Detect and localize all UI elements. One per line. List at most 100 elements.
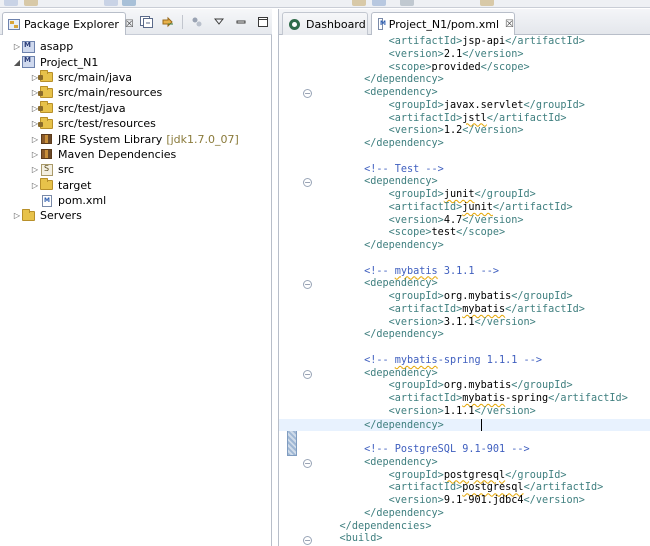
collapsed-arrow-icon[interactable]: ▷ bbox=[12, 42, 22, 51]
xml-tag: <groupId> bbox=[388, 380, 444, 392]
maximize-icon[interactable] bbox=[255, 14, 271, 30]
tab-pom-xml[interactable]: Project_N1/pom.xml ☒ bbox=[371, 12, 515, 35]
tree-item[interactable]: ▷ JRE System Library [jdk1.7.0_07] bbox=[0, 131, 272, 146]
code-line[interactable] bbox=[315, 342, 650, 355]
code-line[interactable]: <artifactId>mybatis</artifactId> bbox=[315, 304, 650, 317]
code-line[interactable]: <artifactId>jsp-api</artifactId> bbox=[315, 36, 650, 49]
fold-toggle-icon[interactable]: − bbox=[303, 280, 312, 290]
code-line[interactable] bbox=[315, 431, 650, 444]
focus-icon[interactable] bbox=[189, 14, 205, 30]
code-line[interactable]: <artifactId>junit</artifactId> bbox=[315, 202, 650, 215]
code-line[interactable]: <dependency> bbox=[315, 278, 650, 291]
collapse-all-icon[interactable] bbox=[138, 14, 154, 30]
fold-toggle-icon[interactable]: − bbox=[303, 178, 312, 188]
main-toolbar bbox=[0, 0, 650, 8]
toolbar-icon[interactable] bbox=[4, 0, 18, 6]
code-line[interactable]: </dependency> bbox=[279, 418, 650, 432]
code-line[interactable] bbox=[315, 151, 650, 164]
view-actions bbox=[138, 14, 277, 30]
tree-item[interactable]: ▷ asapp bbox=[0, 39, 272, 54]
collapsed-arrow-icon[interactable]: ▷ bbox=[30, 150, 40, 159]
tab-dashboard[interactable]: Dashboard bbox=[282, 12, 368, 35]
code-line[interactable]: <dependency> bbox=[315, 87, 650, 100]
code-line[interactable]: </dependency> bbox=[315, 74, 650, 87]
xml-tag: </version> bbox=[523, 495, 585, 506]
tree-item[interactable]: ▷ Servers bbox=[0, 208, 272, 223]
code-line[interactable]: <version>2.1</version> bbox=[315, 49, 650, 62]
code-line[interactable]: <groupId>javax.servlet</groupId> bbox=[315, 100, 650, 113]
code-line[interactable]: </dependency> bbox=[315, 329, 650, 342]
link-with-editor-icon[interactable] bbox=[160, 14, 176, 30]
fold-toggle-icon[interactable]: − bbox=[303, 369, 312, 379]
tree-item[interactable]: ▷ src/test/resources bbox=[0, 116, 272, 131]
code-line[interactable]: <version>9.1-901.jdbc4</version> bbox=[315, 495, 650, 508]
code-line[interactable]: <build> bbox=[315, 533, 650, 546]
code-line[interactable]: </dependency> bbox=[315, 138, 650, 151]
collapsed-arrow-icon[interactable]: ▷ bbox=[30, 165, 40, 174]
code-line[interactable]: <version>4.7</version> bbox=[315, 215, 650, 228]
code-line[interactable]: <dependency> bbox=[315, 176, 650, 189]
code-line[interactable]: <dependency> bbox=[315, 457, 650, 470]
tree-item[interactable]: ▷ src bbox=[0, 162, 272, 177]
tree-item-decoration: [jdk1.7.0_07] bbox=[166, 132, 239, 146]
tree-item[interactable]: ▷ target bbox=[0, 178, 272, 193]
code-line[interactable]: <version>1.1.1</version> bbox=[315, 406, 650, 419]
tree-item[interactable]: pom.xml bbox=[0, 193, 272, 208]
code-line[interactable]: <scope>test</scope> bbox=[315, 227, 650, 240]
code-line[interactable]: <version>1.2</version> bbox=[315, 125, 650, 138]
code-line[interactable]: <scope>provided</scope> bbox=[315, 62, 650, 75]
code-line[interactable]: <!-- Test --> bbox=[315, 164, 650, 177]
xml-tag: <version> bbox=[388, 316, 444, 328]
expanded-arrow-icon[interactable]: ◢ bbox=[12, 58, 22, 67]
xml-text: 3.1.1 bbox=[443, 316, 475, 328]
code-text[interactable]: <artifactId>jsp-api</artifactId> <versio… bbox=[279, 36, 650, 546]
tab-package-explorer[interactable]: Package Explorer ☒ bbox=[2, 12, 134, 35]
minimize-icon[interactable] bbox=[233, 14, 249, 30]
fold-toggle-icon[interactable]: − bbox=[303, 89, 312, 99]
code-line[interactable]: <artifactId>postgresql</artifactId> bbox=[315, 482, 650, 495]
fold-toggle-icon[interactable]: − bbox=[303, 459, 312, 469]
collapsed-arrow-icon[interactable]: ▷ bbox=[12, 211, 22, 220]
code-line[interactable]: <groupId>org.mybatis</groupId> bbox=[315, 291, 650, 304]
code-line[interactable]: <groupId>junit</groupId> bbox=[315, 189, 650, 202]
code-line[interactable]: <groupId>postgresql</groupId> bbox=[315, 470, 650, 483]
tree-item[interactable]: ▷ src/main/java bbox=[0, 70, 272, 85]
code-line[interactable]: <!-- mybatis-spring 1.1.1 --> bbox=[315, 355, 650, 368]
folder-icon bbox=[40, 178, 54, 191]
code-line[interactable]: <groupId>org.mybatis</groupId> bbox=[315, 380, 650, 393]
code-line[interactable] bbox=[315, 253, 650, 266]
code-line[interactable]: </dependency> bbox=[315, 240, 650, 253]
tree-item[interactable]: ▷ Maven Dependencies bbox=[0, 147, 272, 162]
toolbar-icon[interactable] bbox=[122, 0, 136, 6]
xml-text: test bbox=[431, 227, 457, 239]
tree-item[interactable]: ◢ Project_N1 bbox=[0, 54, 272, 69]
toolbar-icon[interactable] bbox=[372, 0, 386, 6]
code-line[interactable]: </dependency> bbox=[315, 508, 650, 521]
tree-item[interactable]: ▷ src/main/resources bbox=[0, 85, 272, 100]
collapsed-arrow-icon[interactable]: ▷ bbox=[30, 181, 40, 190]
code-line[interactable]: <!-- PostgreSQL 9.1-901 --> bbox=[315, 444, 650, 457]
folder-icon bbox=[22, 208, 36, 222]
collapsed-arrow-icon[interactable]: ▷ bbox=[30, 135, 40, 144]
tree-item[interactable]: ▷ src/test/java bbox=[0, 101, 272, 116]
xml-tag: <dependency> bbox=[364, 278, 438, 290]
toolbar-icon[interactable] bbox=[480, 0, 494, 6]
toolbar-icon[interactable] bbox=[24, 0, 38, 6]
code-line[interactable]: <artifactId>mybatis-spring</artifactId> bbox=[315, 393, 650, 406]
code-line[interactable]: <!-- mybatis 3.1.1 --> bbox=[315, 266, 650, 279]
xml-comment: <!-- bbox=[364, 354, 395, 366]
xml-source-editor[interactable]: − − − − − − <artifactId>jsp-api</artifactId> … bbox=[279, 36, 650, 546]
code-line[interactable]: <artifactId>jstl</artifactId> bbox=[315, 113, 650, 126]
fold-toggle-icon[interactable]: − bbox=[303, 535, 312, 545]
code-line[interactable]: </dependencies> bbox=[315, 521, 650, 534]
xml-tag: </dependency> bbox=[364, 329, 444, 341]
close-icon[interactable]: ☒ bbox=[505, 19, 514, 30]
toolbar-icon[interactable] bbox=[400, 0, 414, 6]
code-line[interactable]: <dependency> bbox=[315, 368, 650, 381]
tree-item-label: JRE System Library bbox=[58, 132, 163, 146]
code-line[interactable]: <version>3.1.1</version> bbox=[315, 317, 650, 330]
view-menu-icon[interactable] bbox=[211, 14, 227, 30]
toolbar-icon[interactable] bbox=[352, 0, 366, 6]
toolbar-icon[interactable] bbox=[104, 0, 118, 6]
close-icon[interactable]: ☒ bbox=[125, 19, 134, 30]
